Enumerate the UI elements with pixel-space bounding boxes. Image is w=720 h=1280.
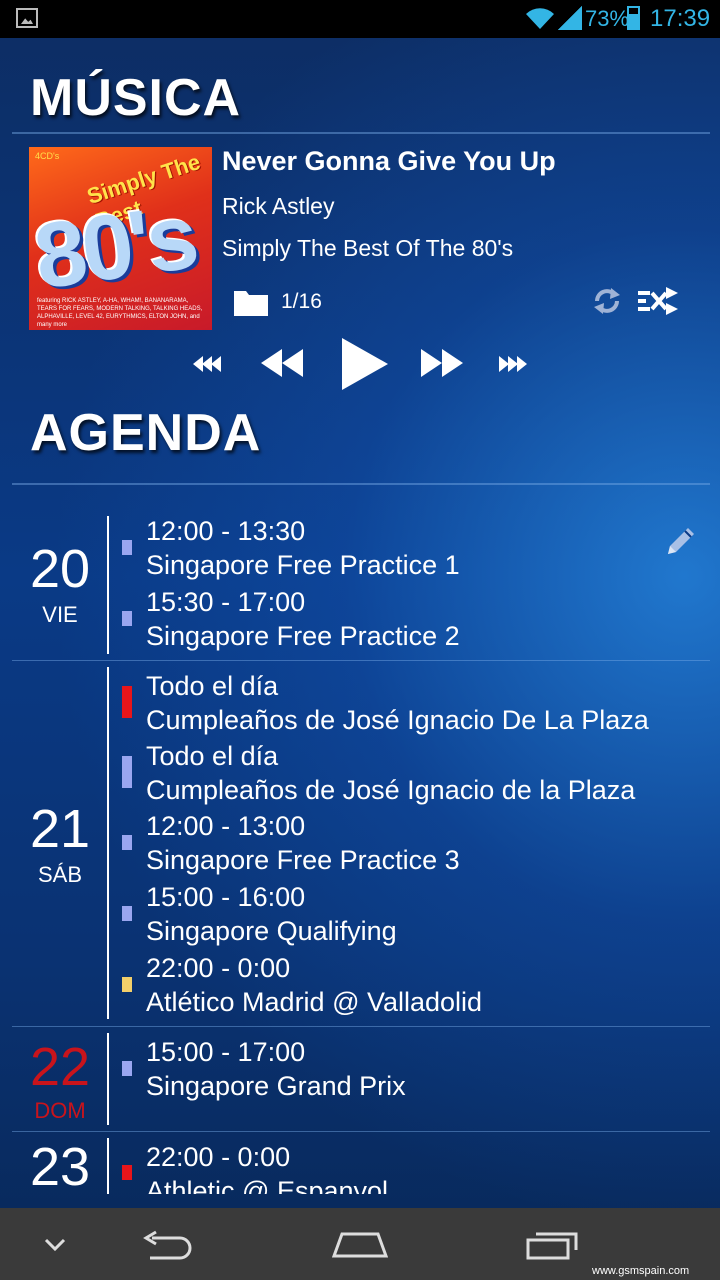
- event-time: 15:00 - 16:00: [146, 882, 306, 912]
- event-time: Todo el día: [146, 671, 279, 701]
- day-number: 20: [29, 539, 91, 599]
- day-name: DOM: [34, 1098, 86, 1123]
- music-divider: [12, 132, 710, 134]
- status-bar: 73% 17:39: [0, 0, 720, 38]
- event-color-marker: [122, 835, 132, 850]
- wifi-icon: [526, 8, 554, 29]
- track-artist: Rick Astley: [222, 193, 335, 219]
- event-time: Todo el día: [146, 741, 279, 771]
- event-color-marker: [122, 906, 132, 921]
- event-time: 12:00 - 13:30: [146, 516, 306, 546]
- rewind-icon[interactable]: [261, 349, 303, 377]
- event-title[interactable]: Singapore Free Practice 2: [146, 621, 460, 652]
- event-time: 15:30 - 17:00: [146, 587, 306, 617]
- event-title[interactable]: Atlético Madrid @ Valladolid: [146, 987, 482, 1018]
- play-icon[interactable]: [342, 338, 388, 390]
- album-art[interactable]: 4CD's Simply The Best 80's featuring RIC…: [29, 147, 212, 330]
- gallery-icon: [16, 8, 38, 28]
- event-title[interactable]: Singapore Grand Prix: [146, 1071, 406, 1102]
- skip-next-icon[interactable]: [499, 356, 527, 372]
- event-color-marker: [122, 1165, 132, 1180]
- recents-icon[interactable]: [526, 1228, 580, 1260]
- event-time: 22:00 - 0:00: [146, 953, 291, 983]
- event-time: 15:00 - 17:00: [146, 1037, 306, 1067]
- day-name: VIE: [42, 602, 78, 627]
- day-number: 22: [29, 1037, 91, 1097]
- day-separator-line: [107, 667, 109, 1019]
- battery-percent: 73%: [585, 6, 630, 31]
- shuffle-icon[interactable]: [636, 285, 680, 317]
- event-color-marker: [122, 611, 132, 626]
- day-number: 21: [29, 799, 91, 859]
- agenda-divider: [12, 483, 710, 485]
- event-title[interactable]: Singapore Free Practice 3: [146, 845, 460, 876]
- day-separator-line: [107, 516, 109, 654]
- day-separator-line: [107, 1033, 109, 1125]
- day-number: 23: [29, 1137, 91, 1194]
- event-title[interactable]: Cumpleaños de José Ignacio de la Plaza: [146, 775, 635, 806]
- event-color-marker: [122, 977, 132, 992]
- day-divider: [12, 1026, 710, 1027]
- track-album: Simply The Best Of The 80's: [222, 235, 514, 261]
- agenda-day-23[interactable]: 23 22:00 - 0:00 Athletic @ Espanyol: [0, 1136, 720, 1194]
- event-color-marker: [122, 686, 132, 718]
- skip-previous-icon[interactable]: [193, 356, 221, 372]
- music-section-title: MÚSICA: [30, 69, 242, 127]
- event-title[interactable]: Cumpleaños de José Ignacio De La Plaza: [146, 705, 649, 736]
- event-time: 22:00 - 0:00: [146, 1142, 291, 1172]
- clock: 17:39: [650, 5, 711, 32]
- album-art-fine-print: featuring RICK ASTLEY, A-HA, WHAM!, BANA…: [37, 298, 203, 328]
- battery-icon: [627, 6, 640, 30]
- event-time: 12:00 - 13:00: [146, 811, 306, 841]
- signal-icon: [558, 6, 582, 30]
- event-color-marker: [122, 1061, 132, 1076]
- day-divider: [12, 660, 710, 661]
- folder-icon[interactable]: [233, 287, 269, 317]
- back-icon[interactable]: [142, 1230, 194, 1260]
- event-title[interactable]: Athletic @ Espanyol: [146, 1176, 388, 1194]
- chevron-down-icon[interactable]: [44, 1238, 66, 1252]
- agenda-section-title: AGENDA: [30, 404, 262, 462]
- home-icon[interactable]: [332, 1230, 388, 1258]
- event-title[interactable]: Singapore Free Practice 1: [146, 550, 460, 581]
- track-title[interactable]: Never Gonna Give You Up: [222, 146, 556, 177]
- event-color-marker: [122, 756, 132, 788]
- event-title[interactable]: Singapore Qualifying: [146, 916, 397, 947]
- watermark: www.gsmspain.com: [592, 1265, 690, 1277]
- event-color-marker: [122, 540, 132, 555]
- day-separator-line: [107, 1138, 109, 1194]
- album-art-cds-label: 4CD's: [35, 151, 60, 161]
- fast-forward-icon[interactable]: [421, 349, 463, 377]
- track-position: 1/16: [281, 290, 322, 313]
- repeat-icon[interactable]: [592, 286, 622, 316]
- album-art-big-text: 80's: [29, 185, 201, 309]
- day-name: SÁB: [37, 862, 83, 887]
- day-divider: [12, 1131, 710, 1132]
- pencil-icon[interactable]: [662, 524, 698, 560]
